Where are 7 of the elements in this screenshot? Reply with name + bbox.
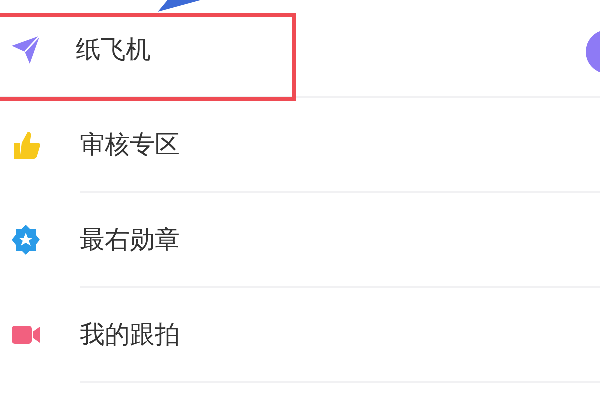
badge-icon <box>10 224 42 256</box>
arrow-pointer <box>158 0 202 12</box>
menu-item[interactable]: 纸飞机 <box>0 3 600 98</box>
menu-item[interactable]: 最右勋章 <box>80 193 600 288</box>
paper-plane-icon <box>10 34 42 66</box>
menu-item[interactable]: 审核专区 <box>80 98 600 193</box>
menu-item[interactable]: 我的跟拍 <box>80 288 600 383</box>
